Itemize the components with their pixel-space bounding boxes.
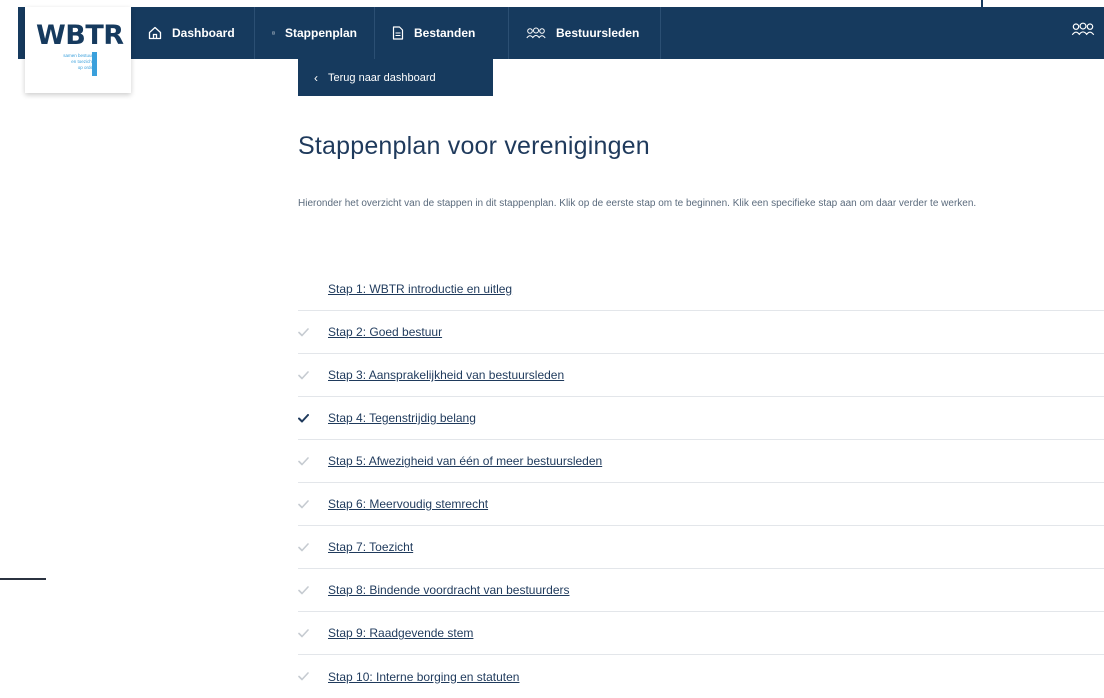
- logo-tagline-line: samen bestuur: [63, 53, 93, 58]
- chevron-left-icon: ‹: [314, 70, 318, 85]
- step-row[interactable]: Stap 10: Interne borging en statuten: [298, 655, 1104, 698]
- step-link[interactable]: Stap 9: Raadgevende stem: [328, 626, 473, 640]
- top-edge-marker: [981, 0, 983, 7]
- step-row[interactable]: Stap 1: WBTR introductie en uitleg: [298, 268, 1104, 311]
- logo-wordmark: WBTR: [36, 20, 124, 51]
- step-link[interactable]: Stap 10: Interne borging en statuten: [328, 670, 519, 684]
- home-icon: [148, 26, 162, 40]
- step-row[interactable]: Stap 5: Afwezigheid van één of meer best…: [298, 440, 1104, 483]
- step-link[interactable]: Stap 5: Afwezigheid van één of meer best…: [328, 454, 602, 468]
- account-menu-button[interactable]: [1071, 22, 1095, 42]
- step-row[interactable]: Stap 2: Goed bestuur: [298, 311, 1104, 354]
- step-row[interactable]: Stap 7: Toezicht: [298, 526, 1104, 569]
- users-icon: [526, 27, 546, 39]
- nav-label: Bestuursleden: [556, 26, 640, 40]
- check-icon: [298, 499, 328, 509]
- check-icon: [298, 672, 328, 681]
- back-to-dashboard-button[interactable]: ‹ Terug naar dashboard: [298, 59, 493, 96]
- nav-label: Bestanden: [414, 26, 476, 40]
- check-icon: [298, 370, 328, 380]
- step-row[interactable]: Stap 9: Raadgevende stem: [298, 612, 1104, 655]
- main-nav: Dashboard Stappenplan Bestanden Bestuurs…: [131, 7, 661, 59]
- logo-tagline-line: op orde: [77, 65, 93, 70]
- back-button-label: Terug naar dashboard: [328, 71, 436, 84]
- step-row[interactable]: Stap 6: Meervoudig stemrecht: [298, 483, 1104, 526]
- check-icon: [298, 327, 328, 337]
- step-link[interactable]: Stap 7: Toezicht: [328, 540, 413, 554]
- nav-label: Dashboard: [172, 26, 235, 40]
- step-row[interactable]: Stap 3: Aansprakelijkheid van bestuursle…: [298, 354, 1104, 397]
- nav-item-dashboard[interactable]: Dashboard: [131, 7, 255, 59]
- step-row[interactable]: Stap 4: Tegenstrijdig belang: [298, 397, 1104, 440]
- step-link[interactable]: Stap 2: Goed bestuur: [328, 325, 442, 339]
- nav-item-bestanden[interactable]: Bestanden: [375, 7, 509, 59]
- users-icon: [1071, 22, 1095, 36]
- step-link[interactable]: Stap 3: Aansprakelijkheid van bestuursle…: [328, 368, 564, 382]
- side-divider: [0, 578, 46, 580]
- nav-item-stappenplan[interactable]: Stappenplan: [255, 7, 375, 59]
- page-title: Stappenplan voor verenigingen: [298, 132, 650, 160]
- logo-tagline-line: en toezicht: [71, 59, 93, 64]
- step-list: Stap 1: WBTR introductie en uitleg Stap 2…: [298, 268, 1104, 698]
- check-icon: [298, 413, 328, 423]
- step-row[interactable]: Stap 8: Bindende voordracht van bestuurd…: [298, 569, 1104, 612]
- nav-label: Stappenplan: [284, 26, 357, 40]
- step-link[interactable]: Stap 6: Meervoudig stemrecht: [328, 497, 488, 511]
- page-intro: Hieronder het overzicht van de stappen i…: [298, 198, 977, 209]
- nav-item-bestuursleden[interactable]: Bestuursleden: [509, 7, 661, 59]
- check-icon: [298, 542, 328, 552]
- check-icon: [298, 585, 328, 595]
- check-icon: [298, 628, 328, 638]
- file-icon: [392, 26, 404, 40]
- step-link[interactable]: Stap 4: Tegenstrijdig belang: [328, 411, 476, 425]
- step-link[interactable]: Stap 8: Bindende voordracht van bestuurd…: [328, 583, 570, 597]
- checklist-icon: [272, 31, 275, 35]
- check-icon: [298, 456, 328, 466]
- wbtr-logo[interactable]: WBTR samen bestuur en toezicht op orde: [25, 7, 131, 93]
- step-link[interactable]: Stap 1: WBTR introductie en uitleg: [328, 282, 512, 296]
